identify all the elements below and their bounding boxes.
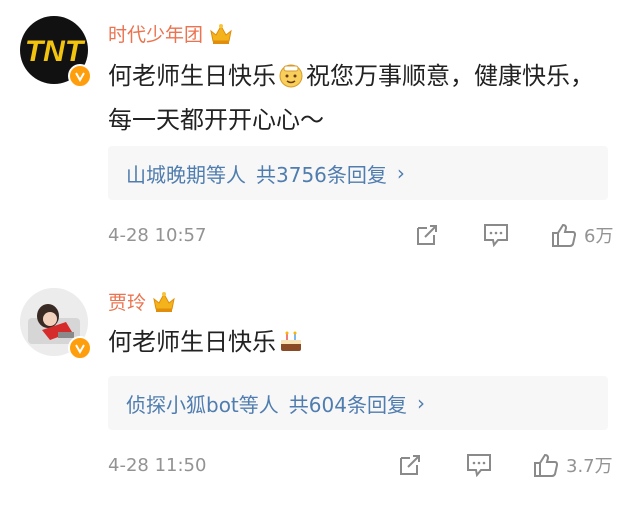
birthday-cake-emoji-icon xyxy=(278,326,304,366)
thumbs-up-icon xyxy=(552,223,577,247)
username-text[interactable]: 贾玲 xyxy=(108,288,146,315)
like-button[interactable]: 6万 xyxy=(550,222,613,248)
reply-count-link[interactable]: 共604条回复 xyxy=(289,389,407,418)
share-button[interactable] xyxy=(414,222,440,248)
username[interactable]: 贾玲 xyxy=(108,288,176,315)
like-count: 6万 xyxy=(584,226,614,247)
reply-summary[interactable]: 山城晚期等人 共3756条回复 › xyxy=(108,146,608,200)
reply-users-link[interactable]: 侦探小狐bot等人 xyxy=(126,389,279,418)
comment-text-part: 何老师生日快乐 xyxy=(108,62,276,90)
verified-badge-icon xyxy=(68,64,92,88)
username[interactable]: 时代少年团 xyxy=(108,20,233,47)
thumbs-up-icon xyxy=(534,453,559,477)
share-button[interactable] xyxy=(397,452,423,478)
chevron-right-icon: › xyxy=(396,161,405,185)
comment-text: 何老师生日快乐 祝您万事顺意，健康快乐，每一天都开开心心～ xyxy=(108,56,608,140)
timestamp: 4-28 10:57 xyxy=(108,225,207,246)
share-icon xyxy=(400,455,420,475)
verified-badge-icon xyxy=(68,336,92,360)
reply-summary[interactable]: 侦探小狐bot等人 共604条回复 › xyxy=(108,376,608,430)
svg-text:TNT: TNT xyxy=(25,35,86,68)
share-icon xyxy=(417,225,437,245)
crown-icon xyxy=(152,291,176,313)
comment-button[interactable] xyxy=(482,222,510,248)
like-button[interactable]: 3.7万 xyxy=(532,452,613,478)
avatar[interactable] xyxy=(20,288,92,360)
like-count: 3.7万 xyxy=(566,456,613,477)
avatar[interactable]: TNT xyxy=(20,16,92,88)
comment-icon xyxy=(484,224,508,248)
chevron-right-icon: › xyxy=(416,391,425,415)
timestamp: 4-28 11:50 xyxy=(108,455,207,476)
crown-icon xyxy=(209,23,233,45)
comment-icon xyxy=(467,454,491,478)
cake-face-emoji-icon xyxy=(278,60,304,100)
reply-users-link[interactable]: 山城晚期等人 xyxy=(126,159,246,188)
comment-text-part: 何老师生日快乐 xyxy=(108,328,276,356)
comment-text: 何老师生日快乐 xyxy=(108,322,608,366)
reply-count-link[interactable]: 共3756条回复 xyxy=(256,159,387,188)
comment-button[interactable] xyxy=(465,452,493,478)
username-text[interactable]: 时代少年团 xyxy=(108,20,203,47)
